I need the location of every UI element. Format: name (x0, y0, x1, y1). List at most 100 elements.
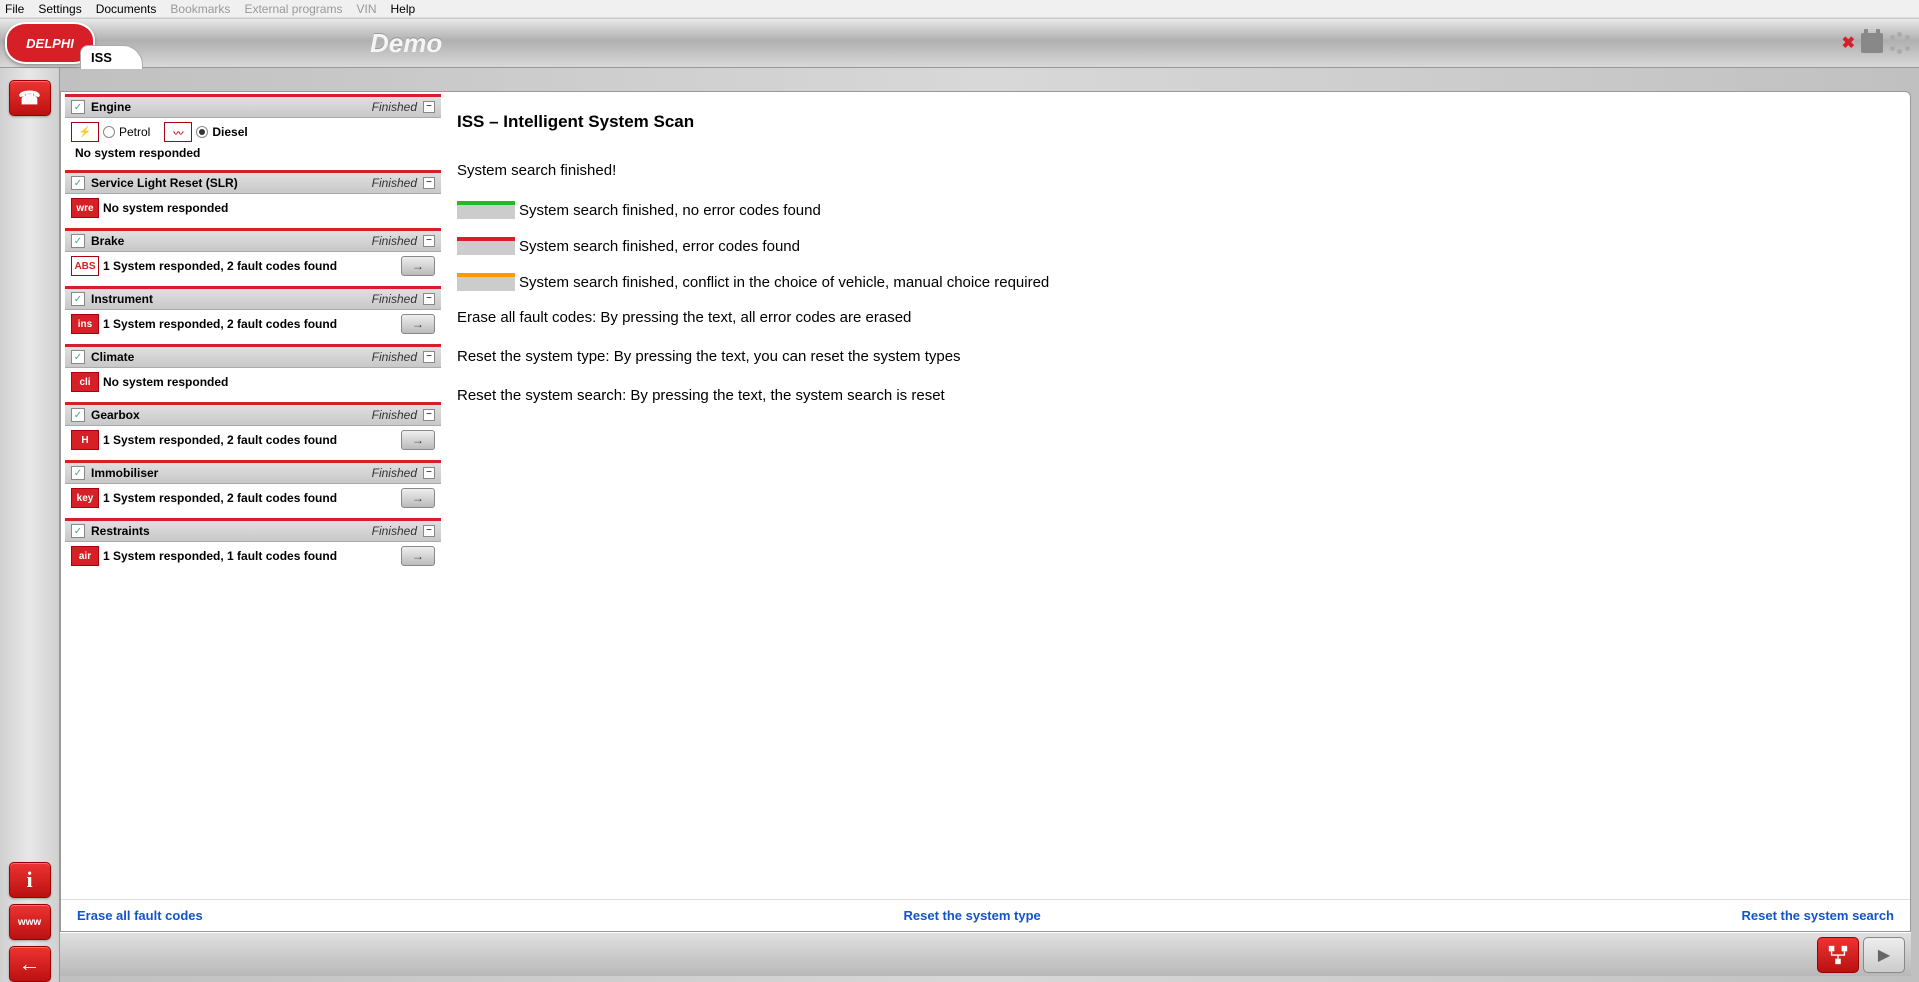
system-message: 1 System responded, 2 fault codes found (103, 259, 397, 273)
info-erase: Erase all fault codes: By pressing the t… (457, 309, 1898, 326)
legend-orange-icon (457, 273, 515, 291)
system-name: Climate (91, 350, 372, 364)
checkbox-icon[interactable] (71, 176, 85, 190)
collapse-icon[interactable]: − (423, 467, 435, 479)
system-item: Engine Finished − ⚡ Petrol 〰 Diesel No s… (65, 94, 441, 164)
system-message: No system responded (103, 375, 435, 389)
system-header[interactable]: Instrument Finished − (65, 289, 441, 310)
system-icon: wre (71, 198, 99, 218)
system-message: 1 System responded, 1 fault codes found (103, 549, 397, 563)
radio-diesel[interactable] (196, 126, 208, 138)
system-icon: air (71, 546, 99, 566)
legend-red-text: System search finished, error codes foun… (519, 238, 800, 255)
system-item: Brake Finished − ABS 1 System responded,… (65, 228, 441, 280)
diesel-label: Diesel (212, 125, 247, 139)
checkbox-icon[interactable] (71, 234, 85, 248)
back-button[interactable] (9, 946, 51, 982)
system-name: Immobiliser (91, 466, 372, 480)
action-erase[interactable]: Erase all fault codes (77, 908, 203, 923)
checkbox-icon[interactable] (71, 524, 85, 538)
system-status: Finished (372, 100, 417, 114)
system-header[interactable]: Engine Finished − (65, 97, 441, 118)
menubar: File Settings Documents Bookmarks Extern… (0, 0, 1919, 18)
menu-file[interactable]: File (5, 2, 24, 16)
www-button[interactable] (9, 904, 51, 940)
action-reset-search[interactable]: Reset the system search (1742, 908, 1894, 923)
system-header[interactable]: Brake Finished − (65, 231, 441, 252)
calendar-icon[interactable] (1861, 33, 1883, 53)
system-message: 1 System responded, 2 fault codes found (103, 433, 397, 447)
collapse-icon[interactable]: − (423, 525, 435, 537)
system-header[interactable]: Gearbox Finished − (65, 405, 441, 426)
info-button[interactable] (9, 862, 51, 898)
menu-external[interactable]: External programs (244, 2, 342, 16)
checkbox-icon[interactable] (71, 408, 85, 422)
legend-red-icon (457, 237, 515, 255)
system-header[interactable]: Service Light Reset (SLR) Finished − (65, 173, 441, 194)
system-status: Finished (372, 234, 417, 248)
collapse-icon[interactable]: − (423, 235, 435, 247)
legend-green-icon (457, 201, 515, 219)
system-header[interactable]: Immobiliser Finished − (65, 463, 441, 484)
system-message: No system responded (71, 146, 200, 160)
system-name: Brake (91, 234, 372, 248)
system-list[interactable]: Engine Finished − ⚡ Petrol 〰 Diesel No s… (61, 92, 445, 899)
checkbox-icon[interactable] (71, 292, 85, 306)
petrol-label: Petrol (119, 125, 150, 139)
system-status: Finished (372, 466, 417, 480)
system-name: Service Light Reset (SLR) (91, 176, 372, 190)
petrol-icon: ⚡ (71, 122, 99, 142)
system-icon: H (71, 430, 99, 450)
arrow-button[interactable] (401, 546, 435, 566)
checkbox-icon[interactable] (71, 466, 85, 480)
system-status: Finished (372, 350, 417, 364)
system-icon: ABS (71, 256, 99, 276)
system-name: Engine (91, 100, 372, 114)
info-panel: ISS – Intelligent System Scan System sea… (445, 92, 1910, 899)
checkbox-icon[interactable] (71, 350, 85, 364)
loading-icon (1889, 32, 1911, 54)
system-status: Finished (372, 176, 417, 190)
close-icon[interactable]: ✖ (1842, 33, 1855, 53)
system-header[interactable]: Climate Finished − (65, 347, 441, 368)
system-message: 1 System responded, 2 fault codes found (103, 491, 397, 505)
system-item: Gearbox Finished − H 1 System responded,… (65, 402, 441, 454)
action-reset-type[interactable]: Reset the system type (903, 908, 1040, 923)
system-icon: key (71, 488, 99, 508)
topbar: DELPHI Demo ✖ (0, 18, 1919, 68)
phone-button[interactable] (9, 80, 51, 116)
diesel-icon: 〰 (164, 122, 192, 142)
system-name: Restraints (91, 524, 372, 538)
arrow-button[interactable] (401, 314, 435, 334)
radio-petrol[interactable] (103, 126, 115, 138)
play-button[interactable] (1863, 937, 1905, 973)
arrow-button[interactable] (401, 488, 435, 508)
menu-settings[interactable]: Settings (38, 2, 81, 16)
system-header[interactable]: Restraints Finished − (65, 521, 441, 542)
collapse-icon[interactable]: − (423, 409, 435, 421)
tab-iss[interactable]: ISS (80, 45, 143, 69)
collapse-icon[interactable]: − (423, 351, 435, 363)
arrow-button[interactable] (401, 256, 435, 276)
system-status: Finished (372, 408, 417, 422)
action-bar: Erase all fault codes Reset the system t… (61, 899, 1910, 931)
menu-help[interactable]: Help (391, 2, 416, 16)
info-reset-type: Reset the system type: By pressing the t… (457, 348, 1898, 365)
menu-documents[interactable]: Documents (96, 2, 157, 16)
collapse-icon[interactable]: − (423, 101, 435, 113)
info-title: ISS – Intelligent System Scan (457, 112, 1898, 132)
diagram-button[interactable] (1817, 937, 1859, 973)
system-name: Gearbox (91, 408, 372, 422)
mode-label: Demo (370, 28, 442, 59)
menu-vin[interactable]: VIN (356, 2, 376, 16)
menu-bookmarks[interactable]: Bookmarks (170, 2, 230, 16)
system-item: Restraints Finished − air 1 System respo… (65, 518, 441, 570)
system-status: Finished (372, 292, 417, 306)
collapse-icon[interactable]: − (423, 177, 435, 189)
checkbox-icon[interactable] (71, 100, 85, 114)
collapse-icon[interactable]: − (423, 293, 435, 305)
system-name: Instrument (91, 292, 372, 306)
system-message: No system responded (103, 201, 435, 215)
system-item: Climate Finished − cli No system respond… (65, 344, 441, 396)
arrow-button[interactable] (401, 430, 435, 450)
